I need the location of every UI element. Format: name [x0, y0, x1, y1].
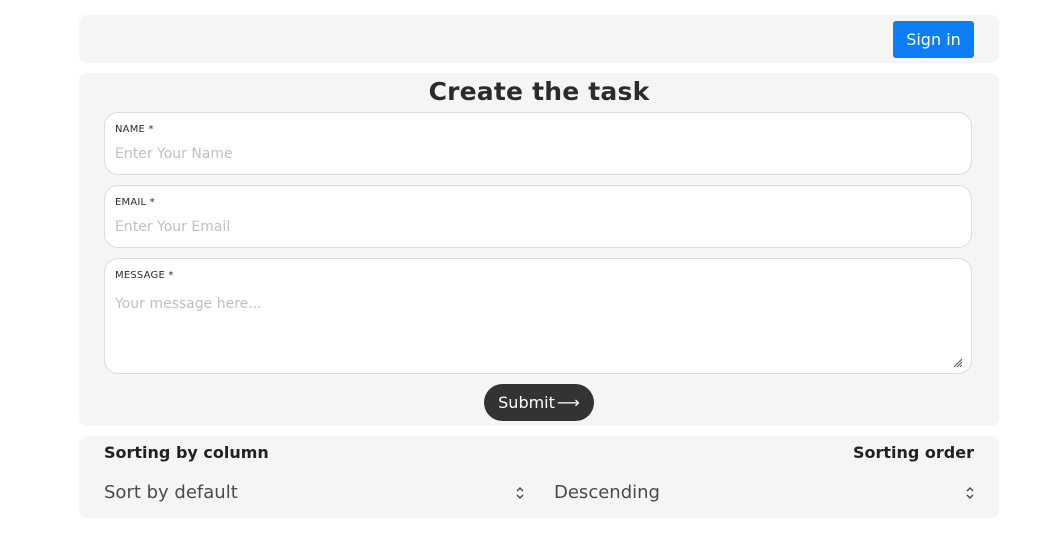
- resize-grip-icon[interactable]: [952, 357, 962, 367]
- submit-button[interactable]: Submit ⟶: [484, 384, 594, 421]
- message-textarea[interactable]: [115, 296, 955, 364]
- up-down-chevron-icon: [966, 487, 974, 499]
- submit-label: Submit: [498, 393, 555, 412]
- sort-order-label: Sorting order: [852, 443, 974, 462]
- up-down-chevron-icon: [516, 487, 524, 499]
- email-field[interactable]: EMAIL *: [104, 185, 972, 248]
- top-bar: Sign in: [79, 15, 999, 63]
- create-task-form: Create the task NAME * EMAIL * MESSAGE *…: [79, 73, 999, 426]
- sort-order-select[interactable]: Descending: [554, 480, 976, 506]
- message-label: MESSAGE *: [115, 270, 174, 281]
- form-title: Create the task: [428, 77, 650, 106]
- sort-order-value: Descending: [554, 482, 660, 503]
- name-input[interactable]: [115, 146, 955, 162]
- email-label: EMAIL *: [115, 197, 155, 208]
- message-field[interactable]: MESSAGE *: [104, 258, 972, 374]
- email-input[interactable]: [115, 219, 955, 235]
- name-field[interactable]: NAME *: [104, 112, 972, 175]
- name-label: NAME *: [115, 124, 154, 135]
- arrow-right-icon: ⟶: [556, 393, 580, 412]
- sort-column-select[interactable]: Sort by default: [104, 480, 526, 506]
- sign-in-button[interactable]: Sign in: [893, 21, 974, 58]
- sort-column-label: Sorting by column: [104, 443, 269, 462]
- sort-column-value: Sort by default: [104, 482, 238, 503]
- sorting-panel: Sorting by column Sorting order Sort by …: [79, 436, 999, 518]
